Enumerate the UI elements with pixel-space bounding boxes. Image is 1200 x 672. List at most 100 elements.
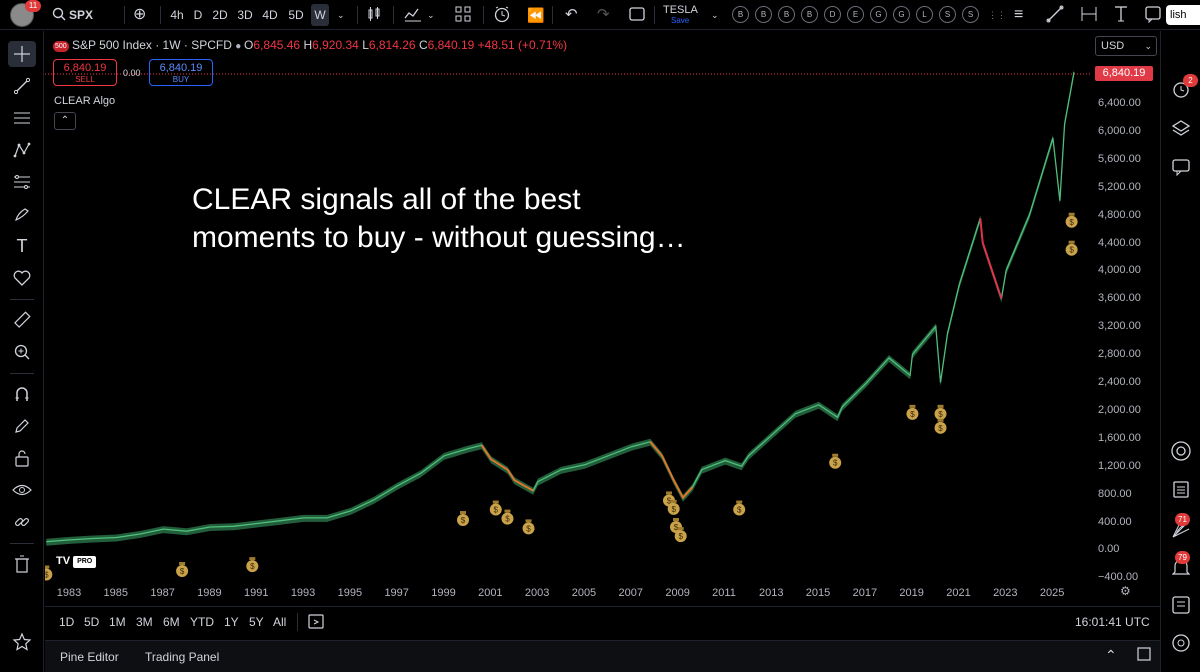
tab-trading-panel[interactable]: Trading Panel: [145, 650, 219, 664]
text-tool-icon[interactable]: [1112, 0, 1130, 30]
favorites-star-icon[interactable]: [8, 629, 36, 655]
range-3m[interactable]: 3M: [136, 615, 153, 629]
pattern-tool-icon[interactable]: [8, 137, 36, 163]
range-1y[interactable]: 1Y: [224, 615, 239, 629]
chart-pane[interactable]: $ $ $ $ $ $ $ $ $ $ $ $ $ $ $ $ $ $ 500 S&P 500 Index · 1…: [45, 31, 1160, 605]
indicators-icon[interactable]: [404, 0, 422, 30]
indicator-name[interactable]: CLEAR Algo: [54, 95, 115, 107]
sell-button[interactable]: 6,840.19 SELL: [53, 59, 117, 86]
menu-lines-icon[interactable]: ≡: [1014, 0, 1023, 30]
maximize-panel-icon[interactable]: [1137, 647, 1151, 664]
chevron-down-icon[interactable]: ⌄: [427, 0, 435, 30]
timeframe-w[interactable]: W: [311, 4, 329, 26]
trash-icon[interactable]: [8, 551, 36, 577]
range-6m[interactable]: 6M: [163, 615, 180, 629]
fullscreen-icon[interactable]: [629, 0, 645, 30]
legend-title[interactable]: S&P 500 Index · 1W · SPCFD: [72, 38, 232, 52]
text-icon[interactable]: T: [8, 233, 36, 259]
money-bag-symbol: $: [250, 562, 255, 571]
timeframe-d[interactable]: D: [191, 4, 205, 26]
chevron-down-icon[interactable]: ⌄: [711, 0, 719, 30]
range-5d[interactable]: 5D: [84, 615, 99, 629]
data-window-icon[interactable]: [1169, 593, 1193, 617]
indicator-badge-s2[interactable]: S: [962, 6, 979, 23]
search-icon[interactable]: [52, 0, 66, 30]
redo-icon[interactable]: ↷: [597, 0, 610, 30]
ruler-icon[interactable]: [8, 307, 36, 333]
collapse-legend-button[interactable]: ⌃: [54, 112, 76, 130]
price-chart-canvas[interactable]: $ $$$$$$$$$$$$$ $$$$: [45, 31, 1160, 605]
measure-range-icon[interactable]: [1080, 0, 1098, 30]
chart-settings-gear-icon[interactable]: ⚙: [1120, 584, 1131, 598]
goto-date-icon[interactable]: [307, 612, 325, 633]
range-1d[interactable]: 1D: [59, 615, 74, 629]
indicator-badge-e[interactable]: E: [847, 6, 864, 23]
eye-dot-icon[interactable]: ●: [235, 41, 244, 52]
trendline-icon[interactable]: [1046, 0, 1064, 30]
timeframe-5d[interactable]: 5D: [286, 4, 306, 26]
indicator-badge-l[interactable]: L: [916, 6, 933, 23]
money-bag-symbol: $: [678, 532, 683, 541]
trendline-tool-icon[interactable]: [8, 73, 36, 99]
price-axis-label: 2,800.00: [1098, 348, 1141, 361]
price-band: [46, 69, 1074, 546]
link-icon[interactable]: [8, 509, 36, 535]
symbol-search[interactable]: SPX: [69, 0, 93, 30]
currency-select[interactable]: USD ⌄: [1095, 36, 1157, 56]
publish-button[interactable]: lish: [1166, 5, 1200, 25]
chevron-down-icon[interactable]: ⌄: [337, 0, 345, 30]
crosshair-icon[interactable]: [8, 41, 36, 67]
replay-icon[interactable]: ⏪: [527, 0, 544, 30]
timeframe-2d[interactable]: 2D: [210, 4, 230, 26]
calendar-icon[interactable]: [1169, 477, 1193, 501]
eye-icon[interactable]: [8, 477, 36, 503]
symbol-legend[interactable]: 500 S&P 500 Index · 1W · SPCFD ● O6,845.…: [53, 38, 567, 52]
horizontal-lines-icon[interactable]: [8, 105, 36, 131]
time-axis-label: 2011: [712, 587, 736, 599]
indicator-badge-g2[interactable]: G: [893, 6, 910, 23]
help-icon[interactable]: [1169, 631, 1193, 655]
timeframe-3d[interactable]: 3D: [235, 4, 255, 26]
tab-pine-editor[interactable]: Pine Editor: [60, 650, 119, 664]
indicator-badge-b4[interactable]: B: [801, 6, 818, 23]
buy-signal-marker: $: [176, 562, 189, 578]
drag-handle-icon[interactable]: ⋮⋮: [988, 0, 1006, 30]
compare-add-icon[interactable]: ⊕: [133, 0, 146, 30]
alert-clock-icon[interactable]: [493, 0, 511, 30]
watermark-text: TV: [56, 555, 71, 567]
range-all[interactable]: All: [273, 615, 286, 629]
timeframe-4d[interactable]: 4D: [260, 4, 280, 26]
fib-tool-icon[interactable]: [8, 169, 36, 195]
target-icon[interactable]: [1169, 439, 1193, 463]
chat-icon[interactable]: [1169, 155, 1193, 179]
price-axis-label: 5,600.00: [1098, 152, 1141, 165]
indicator-badge-b1[interactable]: B: [732, 6, 749, 23]
money-bag-knot: [179, 562, 186, 566]
undo-icon[interactable]: ↶: [565, 0, 578, 30]
indicator-badge-g1[interactable]: G: [870, 6, 887, 23]
pencil-lock-icon[interactable]: [8, 413, 36, 439]
magnet-icon[interactable]: [8, 381, 36, 407]
heart-icon[interactable]: [8, 265, 36, 291]
utc-clock[interactable]: 16:01:41 UTC: [1075, 615, 1150, 629]
note-icon[interactable]: [1144, 0, 1162, 30]
overlay-caption: CLEAR signals all of the best moments to…: [192, 181, 686, 257]
range-5y[interactable]: 5Y: [249, 615, 264, 629]
tradingview-logo[interactable]: TV PRO: [56, 555, 97, 569]
indicator-badge-b2[interactable]: B: [755, 6, 772, 23]
timeframe-4h[interactable]: 4h: [167, 4, 187, 26]
zoom-in-icon[interactable]: [8, 339, 36, 365]
range-ytd[interactable]: YTD: [190, 615, 214, 629]
high-value: 6,920.34: [312, 38, 359, 52]
layers-icon[interactable]: [1169, 117, 1193, 141]
chevron-up-icon[interactable]: ⌃: [1105, 647, 1117, 664]
range-1m[interactable]: 1M: [109, 615, 126, 629]
indicator-badge-d[interactable]: D: [824, 6, 841, 23]
indicator-badge-b3[interactable]: B: [778, 6, 795, 23]
candles-icon[interactable]: [366, 0, 382, 30]
brush-icon[interactable]: [8, 201, 36, 227]
lock-icon[interactable]: [8, 445, 36, 471]
buy-button[interactable]: 6,840.19 BUY: [149, 59, 213, 86]
layouts-grid-icon[interactable]: [455, 0, 471, 30]
indicator-badge-s1[interactable]: S: [939, 6, 956, 23]
